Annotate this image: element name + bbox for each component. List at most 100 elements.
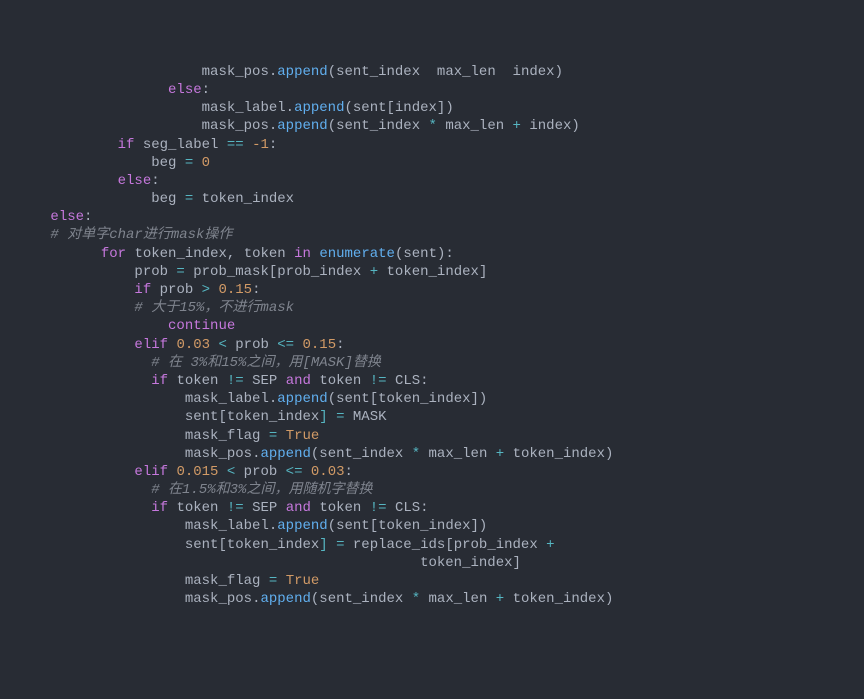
code-token: append <box>277 118 327 134</box>
code-line[interactable]: mask_pos.append(sent_index max_len index… <box>0 63 864 81</box>
code-token: token <box>244 246 286 262</box>
code-token: [ <box>218 409 226 425</box>
code-token: if <box>134 282 151 298</box>
code-line[interactable]: sent[token_index] = replace_ids[prob_ind… <box>0 536 864 554</box>
code-token: if <box>118 137 135 153</box>
code-token: else <box>50 209 84 225</box>
code-token: max_len <box>429 446 488 462</box>
code-token: ] <box>479 264 487 280</box>
code-line[interactable]: else: <box>0 172 864 190</box>
code-token: != <box>361 373 395 389</box>
code-token: != <box>218 500 252 516</box>
code-token: append <box>277 391 327 407</box>
code-line[interactable]: prob = prob_mask[prob_index + token_inde… <box>0 263 864 281</box>
code-token: mask_label <box>185 518 269 534</box>
code-line[interactable]: elif 0.03 < prob <= 0.15: <box>0 336 864 354</box>
code-line[interactable]: # 在 3%和15%之间，用[MASK]替换 <box>0 354 864 372</box>
code-token: + <box>504 118 529 134</box>
code-token <box>277 373 285 389</box>
code-line[interactable]: if token != SEP and token != CLS: <box>0 499 864 517</box>
code-token: token <box>319 500 361 516</box>
code-line[interactable]: elif 0.015 < prob <= 0.03: <box>0 463 864 481</box>
code-token: prob_index <box>277 264 361 280</box>
code-token: index <box>529 118 571 134</box>
code-token: = <box>168 264 193 280</box>
code-line[interactable]: sent[token_index] = MASK <box>0 408 864 426</box>
code-token: beg <box>151 191 176 207</box>
code-token: + <box>487 591 512 607</box>
code-line[interactable]: else: <box>0 81 864 99</box>
code-token: sent_index <box>336 118 420 134</box>
code-line[interactable]: if prob > 0.15: <box>0 281 864 299</box>
code-line[interactable]: # 在1.5%和3%之间，用随机字替换 <box>0 481 864 499</box>
code-token: MASK <box>353 409 387 425</box>
code-token: . <box>286 100 294 116</box>
code-token: : <box>336 337 344 353</box>
code-token: sent <box>185 409 219 425</box>
code-line[interactable]: if seg_label == -1: <box>0 136 864 154</box>
code-line[interactable]: mask_flag = True <box>0 427 864 445</box>
code-token: prob_mask <box>193 264 269 280</box>
code-token <box>277 500 285 516</box>
code-token: CLS <box>395 373 420 389</box>
code-token: : <box>345 464 353 480</box>
code-token: continue <box>168 318 235 334</box>
code-token: if <box>151 500 168 516</box>
code-token: ) <box>571 118 579 134</box>
code-token: ] = <box>319 409 353 425</box>
code-token: ] = <box>319 537 353 553</box>
code-token: mask_flag <box>185 573 261 589</box>
code-token: append <box>260 446 310 462</box>
code-token: token_index <box>513 446 605 462</box>
code-token: # 在 3%和15%之间，用[MASK]替换 <box>151 355 381 371</box>
code-token: <= <box>277 464 311 480</box>
code-token: token_index <box>227 409 319 425</box>
code-token: elif <box>134 464 168 480</box>
code-line[interactable]: for token_index, token in enumerate(sent… <box>0 245 864 263</box>
code-editor-viewport[interactable]: mask_pos.append(sent_index max_len index… <box>0 63 864 609</box>
code-token: mask_flag <box>185 428 261 444</box>
code-token: sent <box>336 518 370 534</box>
code-token: if <box>151 373 168 389</box>
code-token: else <box>118 173 152 189</box>
code-token: token_index <box>134 246 226 262</box>
code-token: : <box>420 373 428 389</box>
code-token <box>151 282 159 298</box>
code-token: prob <box>160 282 194 298</box>
code-token: * <box>403 591 428 607</box>
code-token: and <box>286 373 311 389</box>
code-line[interactable]: # 大于15%，不进行mask <box>0 299 864 317</box>
code-line[interactable]: mask_pos.append(sent_index * max_len + t… <box>0 445 864 463</box>
code-line[interactable]: mask_pos.append(sent_index * max_len + t… <box>0 590 864 608</box>
code-token: 0.15 <box>302 337 336 353</box>
code-token: != <box>218 373 252 389</box>
code-line[interactable]: mask_label.append(sent[token_index]) <box>0 517 864 535</box>
code-token: token_index <box>513 591 605 607</box>
code-line[interactable]: beg = 0 <box>0 154 864 172</box>
code-token: + <box>361 264 386 280</box>
code-line[interactable]: # 对单字char进行mask操作 <box>0 226 864 244</box>
code-token: < <box>210 337 235 353</box>
code-token: : <box>202 82 210 98</box>
code-token: ] <box>513 555 521 571</box>
code-token: > <box>193 282 218 298</box>
code-token: sent <box>185 537 219 553</box>
code-line[interactable]: mask_pos.append(sent_index * max_len + i… <box>0 117 864 135</box>
code-token: . <box>252 591 260 607</box>
code-token: SEP <box>252 373 277 389</box>
code-line[interactable]: beg = token_index <box>0 190 864 208</box>
code-token: ) <box>555 64 563 80</box>
code-line[interactable]: mask_flag = True <box>0 572 864 590</box>
code-token <box>420 64 437 80</box>
code-token: append <box>294 100 344 116</box>
code-line[interactable]: if token != SEP and token != CLS: <box>0 372 864 390</box>
code-line[interactable]: token_index] <box>0 554 864 572</box>
code-token: [ <box>370 391 378 407</box>
code-line[interactable]: mask_label.append(sent[token_index]) <box>0 390 864 408</box>
code-line[interactable]: else: <box>0 208 864 226</box>
code-token: [ <box>445 537 453 553</box>
code-line[interactable]: continue <box>0 317 864 335</box>
code-line[interactable]: mask_label.append(sent[index]) <box>0 99 864 117</box>
code-token: sent <box>336 391 370 407</box>
code-token: : <box>420 500 428 516</box>
